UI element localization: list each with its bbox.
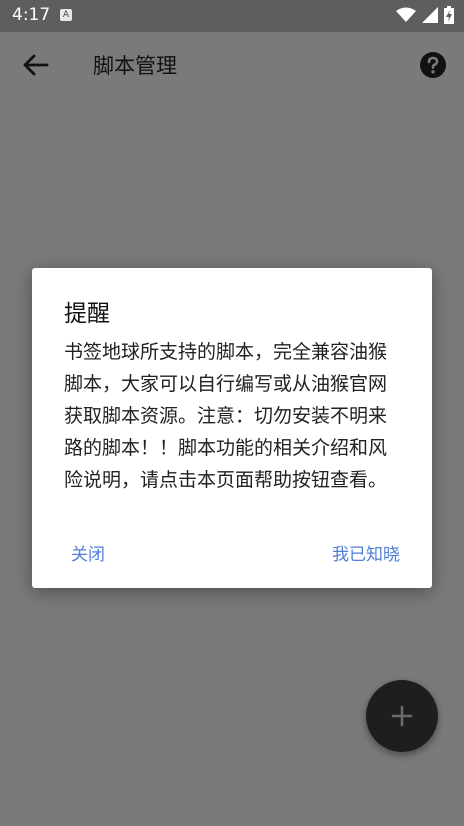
help-circle-icon (420, 52, 446, 78)
close-button[interactable]: 关闭 (71, 540, 105, 565)
dialog-title: 提醒 (64, 301, 110, 327)
reminder-dialog: 提醒 书签地球所支持的脚本，完全兼容油猴脚本，大家可以自行编写或从油猴官网获取脚… (32, 268, 432, 588)
status-bar: 4:17 A (0, 0, 464, 32)
acknowledge-button[interactable]: 我已知晓 (332, 540, 400, 565)
back-button[interactable] (18, 48, 52, 82)
dialog-message: 书签地球所支持的脚本，完全兼容油猴脚本，大家可以自行编写或从油猴官网获取脚本资源… (64, 341, 388, 491)
app-bar: 脚本管理 (0, 32, 464, 96)
battery-charging-icon (444, 6, 454, 24)
arrow-left-icon (23, 54, 49, 76)
add-script-button[interactable] (366, 680, 438, 752)
notification-icon: A (60, 9, 72, 21)
plus-icon (391, 705, 413, 727)
help-button[interactable] (418, 50, 448, 80)
wifi-icon (396, 7, 416, 22)
status-icons (396, 6, 454, 24)
signal-icon (422, 7, 438, 23)
page-title: 脚本管理 (93, 54, 177, 78)
status-time: 4:17 (12, 5, 51, 25)
